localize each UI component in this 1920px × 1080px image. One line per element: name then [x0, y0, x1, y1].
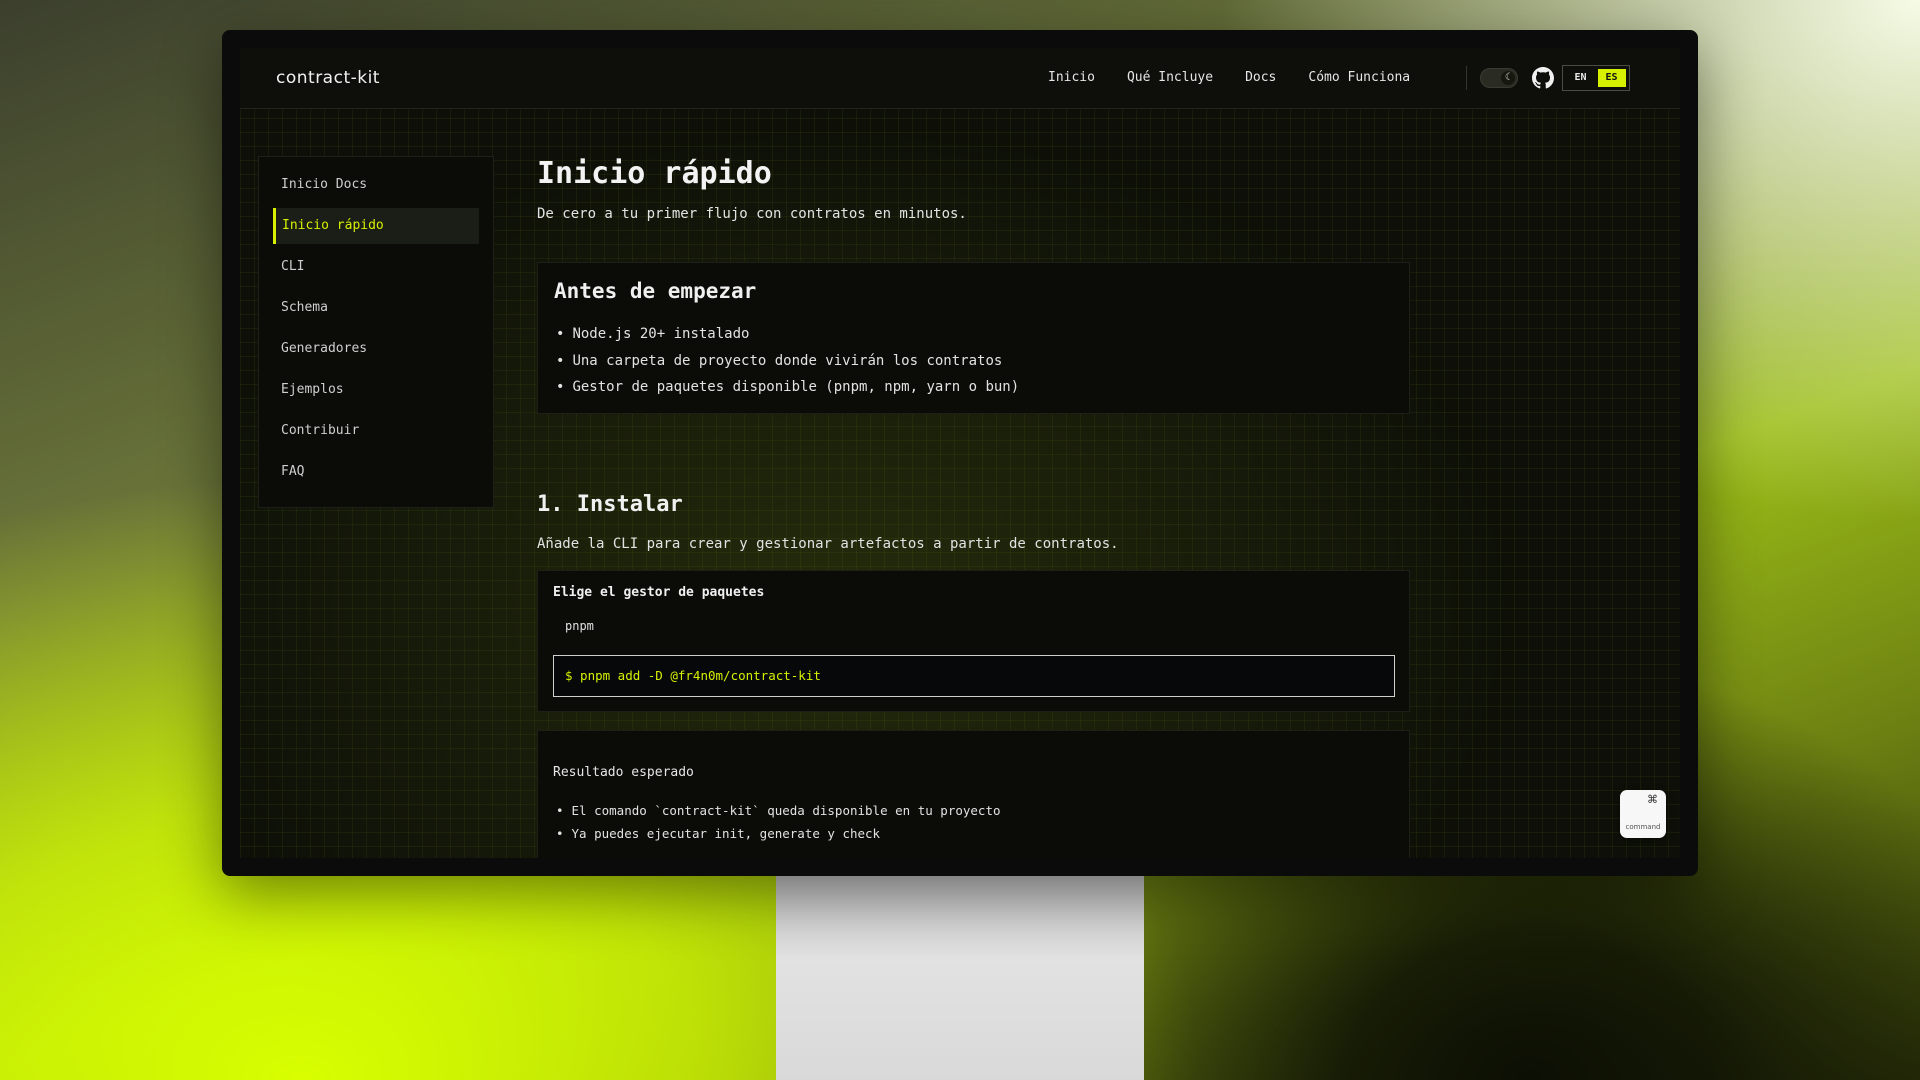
main-nav: Inicio Qué Incluye Docs Cómo Funciona — [1048, 70, 1442, 85]
nav-link-inicio[interactable]: Inicio — [1048, 70, 1095, 85]
monitor-frame: contract-kit Inicio Qué Incluye Docs Cóm… — [222, 30, 1698, 876]
nav-divider — [1466, 66, 1467, 90]
sidebar-item-contribuir[interactable]: Contribuir — [273, 413, 479, 449]
expected-result-label: Resultado esperado — [553, 765, 694, 780]
sidebar-item-schema[interactable]: Schema — [273, 290, 479, 326]
expected-result-card: Resultado esperado El comando `contract-… — [537, 730, 1410, 858]
prerequisites-title: Antes de empezar — [554, 279, 757, 303]
sidebar-item-cli[interactable]: CLI — [273, 249, 479, 285]
language-switcher: EN ES — [1562, 65, 1630, 91]
prerequisites-card: Antes de empezar Node.js 20+ instalado U… — [537, 262, 1410, 414]
list-item: Una carpeta de proyecto donde vivirán lo… — [556, 348, 1019, 375]
docs-sidebar: Inicio Docs Inicio rápido CLI Schema Gen… — [258, 156, 494, 508]
list-item: Ya puedes ejecutar init, generate y chec… — [556, 822, 1001, 845]
monitor-stand — [776, 876, 1144, 1080]
install-description: Añade la CLI para crear y gestionar arte… — [537, 536, 1119, 552]
prerequisites-list: Node.js 20+ instalado Una carpeta de pro… — [556, 321, 1019, 401]
install-section-title: 1. Instalar — [537, 492, 683, 517]
install-command-box[interactable]: $ pnpm add -D @fr4n0m/contract-kit — [553, 655, 1395, 697]
sidebar-item-ejemplos[interactable]: Ejemplos — [273, 372, 479, 408]
brand-logo[interactable]: contract-kit — [276, 68, 380, 88]
page-title: Inicio rápido — [537, 156, 772, 191]
sidebar-item-inicio-docs[interactable]: Inicio Docs — [273, 167, 479, 203]
package-manager-tab-pnpm[interactable]: pnpm — [565, 619, 594, 633]
command-key-icon: ⌘ — [1647, 793, 1658, 806]
browser-viewport: contract-kit Inicio Qué Incluye Docs Cóm… — [240, 48, 1680, 858]
command-palette-button[interactable]: ⌘ command — [1620, 790, 1666, 838]
github-icon[interactable] — [1532, 67, 1554, 89]
list-item: El comando `contract-kit` queda disponib… — [556, 799, 1001, 822]
top-navbar: contract-kit Inicio Qué Incluye Docs Cóm… — [240, 48, 1680, 109]
install-card: Elige el gestor de paquetes pnpm $ pnpm … — [537, 570, 1410, 712]
expected-result-list: El comando `contract-kit` queda disponib… — [556, 799, 1001, 845]
nav-link-que-incluye[interactable]: Qué Incluye — [1127, 70, 1213, 85]
sidebar-item-inicio-rapido[interactable]: Inicio rápido — [273, 208, 479, 244]
theme-toggle[interactable]: ☾ — [1480, 68, 1518, 88]
list-item: Node.js 20+ instalado — [556, 321, 1019, 348]
lang-en-button[interactable]: EN — [1567, 69, 1595, 87]
nav-link-docs[interactable]: Docs — [1245, 70, 1276, 85]
sidebar-item-faq[interactable]: FAQ — [273, 454, 479, 490]
nav-link-como-funciona[interactable]: Cómo Funciona — [1308, 70, 1410, 85]
moon-icon: ☾ — [1501, 71, 1515, 85]
sidebar-item-generadores[interactable]: Generadores — [273, 331, 479, 367]
package-manager-label: Elige el gestor de paquetes — [553, 585, 765, 600]
lang-es-button[interactable]: ES — [1597, 69, 1626, 87]
page-subtitle: De cero a tu primer flujo con contratos … — [537, 206, 967, 222]
list-item: Gestor de paquetes disponible (pnpm, npm… — [556, 374, 1019, 401]
command-label: command — [1625, 823, 1661, 831]
